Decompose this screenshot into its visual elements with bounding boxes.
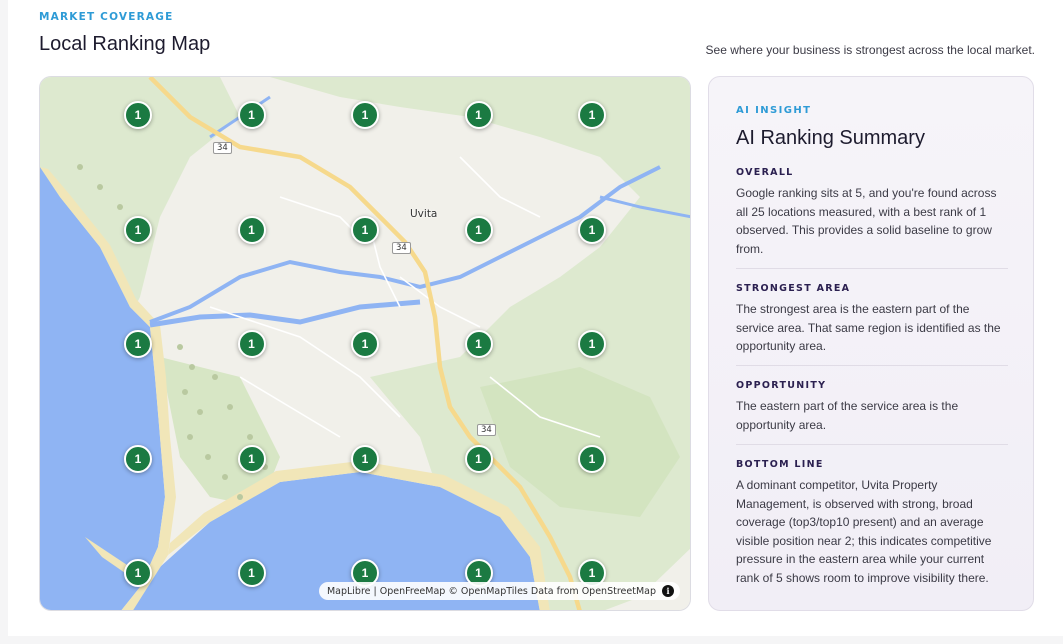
rank-pin-r5-c2[interactable]: 1 [237,559,266,587]
rank-pin-r3-c1[interactable]: 1 [124,330,152,358]
rank-pin-r3-c3[interactable]: 1 [351,330,379,358]
rank-pin-r4-c5[interactable]: 1 [578,444,606,473]
rank-pin-r3-c5[interactable]: 1 [578,330,606,358]
info-icon[interactable]: i [662,585,674,597]
page: MARKET COVERAGE Local Ranking Map See wh… [8,0,1063,636]
rank-pin-r4-c3[interactable]: 1 [351,444,379,473]
map-attribution: MapLibre | OpenFreeMap © OpenMapTiles Da… [318,582,680,600]
section-heading: BOTTOM LINE [736,459,824,470]
rank-pin-r1-c2[interactable]: 1 [237,101,266,129]
section-eyebrow: MARKET COVERAGE [39,11,174,23]
section-body: The strongest area is the eastern part o… [736,302,1001,353]
rank-pin-r2-c2[interactable]: 1 [237,215,266,244]
rank-pin-r2-c1[interactable]: 1 [124,215,152,244]
insight-eyebrow: AI INSIGHT [736,105,812,116]
rank-pin-r3-c4[interactable]: 1 [464,330,493,358]
rank-pin-r4-c1[interactable]: 1 [124,444,152,473]
insight-section-bottom-line: BOTTOM LINE A dominant competitor, Uvita… [736,459,1008,587]
road-shield-34: 34 [392,242,411,254]
page-title: Local Ranking Map [39,33,211,55]
divider [736,365,1008,366]
section-heading: OVERALL [736,167,794,178]
section-body: A dominant competitor, Uvita Property Ma… [736,478,992,585]
road-shield-34: 34 [213,142,232,154]
rank-pin-r1-c1[interactable]: 1 [124,101,152,129]
attribution-text[interactable]: MapLibre | OpenFreeMap © OpenMapTiles Da… [327,586,656,597]
section-body: Google ranking sits at 5, and you're fou… [736,186,997,256]
rank-pin-r4-c2[interactable]: 1 [237,444,266,473]
rank-pin-r2-c4[interactable]: 1 [464,215,493,244]
section-heading: STRONGEST AREA [736,283,851,294]
rank-pin-r5-c1[interactable]: 1 [124,559,152,587]
insight-section-strongest-area: STRONGEST AREA The strongest area is the… [736,283,1008,356]
page-subtitle: See where your business is strongest acr… [705,43,1035,57]
ai-insight-panel: AI INSIGHT AI Ranking Summary OVERALL Go… [708,76,1034,611]
rank-pin-r2-c3[interactable]: 1 [351,215,379,244]
town-label: Uvita [410,208,438,220]
rank-pin-r1-c3[interactable]: 1 [351,101,379,129]
divider [736,268,1008,269]
road-shield-34: 34 [477,424,496,436]
section-heading: OPPORTUNITY [736,380,827,391]
insight-section-overall: OVERALL Google ranking sits at 5, and yo… [736,167,1008,258]
divider [736,444,1008,445]
insight-section-opportunity: OPPORTUNITY The eastern part of the serv… [736,380,1008,434]
rank-pin-r3-c2[interactable]: 1 [237,330,266,358]
rank-pin-r1-c4[interactable]: 1 [464,101,493,129]
section-body: The eastern part of the service area is … [736,399,959,432]
rank-pin-r2-c5[interactable]: 1 [578,215,606,244]
rank-pin-r1-c5[interactable]: 1 [578,101,606,129]
insight-title: AI Ranking Summary [736,127,925,149]
rank-pin-r4-c4[interactable]: 1 [464,444,493,473]
ranking-map[interactable]: 34 34 34 Uvita 1111111111111111111111111… [39,76,691,611]
